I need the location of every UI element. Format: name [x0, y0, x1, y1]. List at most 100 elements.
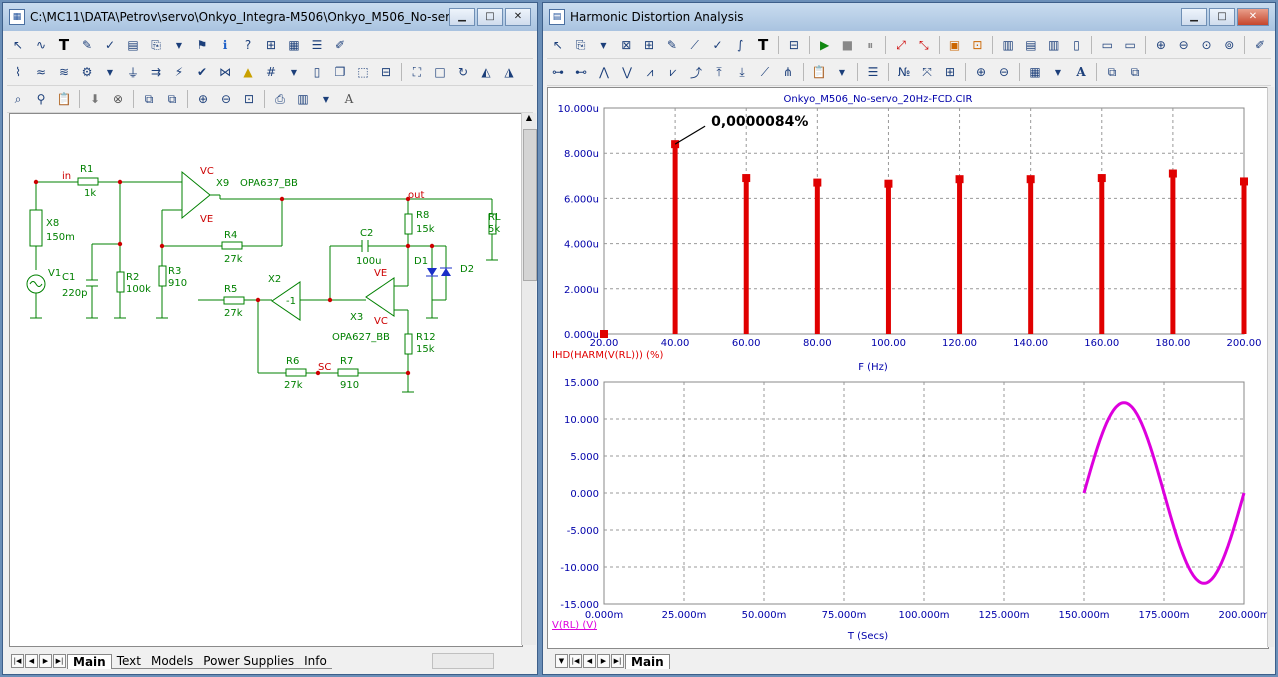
zoom-out-icon[interactable]: ⊖ [1173, 35, 1195, 56]
prev-page-icon[interactable]: ◀ [25, 654, 38, 668]
stop-icon[interactable]: ■ [837, 35, 859, 56]
dropdown-arrow-icon[interactable]: ▼ [1047, 62, 1069, 83]
condition-icon[interactable]: ✔ [191, 62, 213, 83]
zoom-in-icon[interactable]: ⊕ [192, 89, 214, 110]
scale-icon[interactable]: ⊠ [615, 35, 637, 56]
last-page-icon[interactable]: ▶| [611, 654, 624, 668]
scale-fit-icon[interactable]: ⤧ [916, 62, 938, 83]
zoom-region-icon[interactable]: ⊚ [1218, 35, 1240, 56]
tab-text[interactable]: Text [111, 654, 146, 669]
zoom-fit-icon[interactable]: ⊙ [1196, 35, 1218, 56]
front-icon[interactable]: ⧉ [1101, 62, 1123, 83]
analysis-plot-area[interactable]: Onkyo_M506_No-servo_20Hz-FCD.CIR 0.000u 2… [547, 87, 1270, 649]
node-numbers-icon[interactable]: ⊞ [260, 35, 282, 56]
select-arrow-icon[interactable]: ↖ [547, 35, 569, 56]
slope-icon[interactable]: ⟋ [754, 62, 776, 83]
front-icon[interactable]: ⧉ [138, 89, 160, 110]
line-tool-icon[interactable]: ✎ [76, 35, 98, 56]
last-page-icon[interactable]: ▶| [53, 654, 66, 668]
valley-cursor-icon[interactable]: ⋁ [616, 62, 638, 83]
dropdown-arrow-icon[interactable]: ▼ [283, 62, 305, 83]
cursor-left-icon[interactable]: ⊶ [547, 62, 569, 83]
layout-b-icon[interactable]: ▤ [1020, 35, 1042, 56]
layout-c-icon[interactable]: ▥ [1043, 35, 1065, 56]
window-a-icon[interactable]: ▭ [1096, 35, 1118, 56]
flag-icon[interactable]: ⚑ [191, 35, 213, 56]
select-region-icon[interactable]: ⬚ [352, 62, 374, 83]
clipboard-icon[interactable]: 📋 [53, 89, 75, 110]
first-page-icon[interactable]: |◀ [569, 654, 582, 668]
help-icon[interactable]: ? [237, 35, 259, 56]
valley-icon[interactable]: ⤡ [913, 35, 935, 56]
cancel-icon[interactable]: ⊗ [107, 89, 129, 110]
box-icon[interactable]: □ [429, 62, 451, 83]
layout-d-icon[interactable]: ▯ [1066, 35, 1088, 56]
tab-main[interactable]: Main [67, 653, 112, 669]
voltage-probe-icon[interactable]: ⏚ [122, 62, 144, 83]
dropdown-arrow-icon[interactable]: ▼ [315, 89, 337, 110]
tab-models[interactable]: Models [145, 654, 199, 669]
schematic-vertical-scrollbar[interactable]: ▲ [521, 113, 537, 645]
schematic-horizontal-scrollbar[interactable] [431, 653, 494, 669]
global-high-icon[interactable]: ⤒ [708, 62, 730, 83]
analysis-close-button[interactable]: ✕ [1237, 8, 1269, 26]
font-icon[interactable]: A [338, 89, 360, 110]
dropdown-arrow-icon[interactable]: ▼ [168, 35, 190, 56]
text-tool-icon[interactable]: T [752, 35, 774, 56]
pause-icon[interactable]: ⏸ [859, 35, 881, 56]
select-arrow-icon[interactable]: ↖ [7, 35, 29, 56]
probe-wave-icon[interactable]: ≈ [30, 62, 52, 83]
analysis-titlebar[interactable]: ▤ Harmonic Distortion Analysis ▁ □ ✕ [543, 3, 1275, 31]
high-icon[interactable]: ⩘ [639, 62, 661, 83]
run-icon[interactable]: ▶ [814, 35, 836, 56]
current-arrow-icon[interactable]: ⇉ [145, 62, 167, 83]
edit-icon[interactable]: ✐ [329, 35, 351, 56]
page-icon[interactable]: ▯ [306, 62, 328, 83]
peak-icon[interactable]: ⤢ [890, 35, 912, 56]
grid-icon[interactable]: # [260, 62, 282, 83]
grid-fit-icon[interactable]: ⊞ [939, 62, 961, 83]
peak-cursor-icon[interactable]: ⋀ [593, 62, 615, 83]
text-tool-icon[interactable]: T [53, 35, 75, 56]
edit-icon[interactable]: ✐ [1249, 35, 1271, 56]
minimize-button[interactable]: ▁ [449, 8, 475, 26]
probe-a-icon[interactable]: ⌇ [7, 62, 29, 83]
layout-a-icon[interactable]: ▥ [997, 35, 1019, 56]
back-icon[interactable]: ⧉ [161, 89, 183, 110]
layout-icon[interactable]: ▥ [292, 89, 314, 110]
zoom-icon[interactable]: ⊕ [1150, 35, 1172, 56]
tab-power-supplies[interactable]: Power Supplies [198, 654, 300, 669]
analysis-minimize-button[interactable]: ▁ [1181, 8, 1207, 26]
dropdown-arrow-icon[interactable]: ▼ [831, 62, 853, 83]
flip-x-icon[interactable]: ◭ [475, 62, 497, 83]
formula-icon[interactable]: ∫ [729, 35, 751, 56]
pins-icon[interactable]: ⋈ [214, 62, 236, 83]
component-icon[interactable]: ▤ [122, 35, 144, 56]
probe-gear-icon[interactable]: ⚙ [76, 62, 98, 83]
first-page-icon[interactable]: |◀ [11, 654, 24, 668]
analysis-vertical-scrollbar[interactable] [1267, 87, 1274, 647]
window-b-icon[interactable]: ▭ [1119, 35, 1141, 56]
info-icon[interactable]: ℹ [214, 35, 236, 56]
cursor-right-icon[interactable]: ⊷ [570, 62, 592, 83]
warning-icon[interactable]: ▲ [237, 62, 259, 83]
flip-y-icon[interactable]: ◮ [498, 62, 520, 83]
zoom-fit-icon[interactable]: ⊡ [238, 89, 260, 110]
copy-icon[interactable]: ⎘ [145, 35, 167, 56]
cascade-icon[interactable]: ⊡ [966, 35, 988, 56]
probe-n-icon[interactable]: ≋ [53, 62, 75, 83]
check-icon[interactable]: ✓ [99, 35, 121, 56]
table-icon[interactable]: ☰ [862, 62, 884, 83]
analysis-maximize-button[interactable]: □ [1209, 8, 1235, 26]
binoculars-icon[interactable]: ⚲ [30, 89, 52, 110]
numeric-icon[interactable]: № [893, 62, 915, 83]
clipboard-icon[interactable]: 📋 [808, 62, 830, 83]
tiles-icon[interactable]: ▦ [1024, 62, 1046, 83]
maximize-button[interactable]: □ [477, 8, 503, 26]
marquee-icon[interactable]: ⛶ [406, 62, 428, 83]
next-page-icon[interactable]: ▶ [597, 654, 610, 668]
schematic-titlebar[interactable]: ▦ C:\MC11\DATA\Petrov\servo\Onkyo_Integr… [3, 3, 537, 31]
grid-toggle-icon[interactable]: ▦ [283, 35, 305, 56]
zoom-in-icon[interactable]: ⊕ [970, 62, 992, 83]
zoom-out-icon[interactable]: ⊖ [993, 62, 1015, 83]
